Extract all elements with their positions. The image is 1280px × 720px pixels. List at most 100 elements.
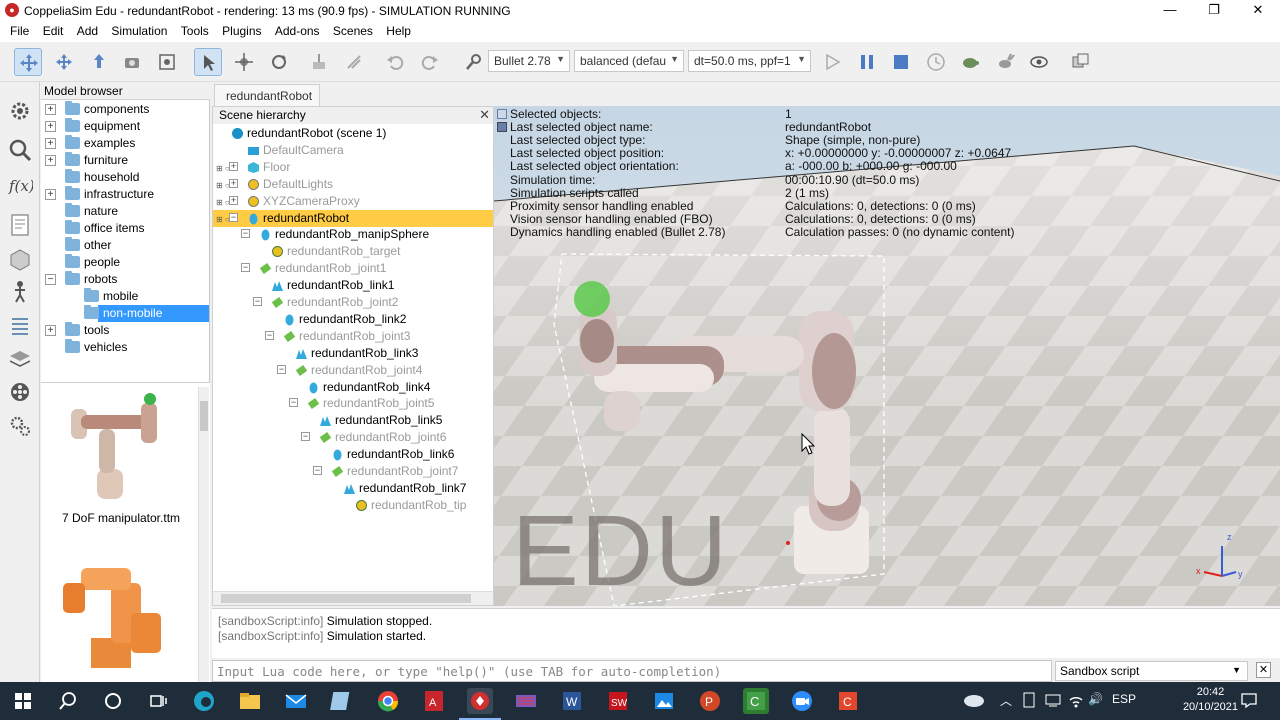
taskbar-file-explorer[interactable] — [237, 688, 263, 714]
model-folder-tools[interactable]: + tools — [41, 322, 209, 339]
hierarchy-row[interactable]: ⊞ ○ + Floor — [213, 159, 493, 176]
visibility-toggle-icon[interactable]: ⊞ ○ — [216, 215, 230, 224]
script-button[interactable] — [7, 212, 33, 238]
menu-help[interactable]: Help — [386, 22, 411, 38]
language-indicator[interactable]: ESP — [1112, 692, 1136, 706]
model-folder-furniture[interactable]: + furniture — [41, 152, 209, 169]
model-folder-vehicles[interactable]: vehicles — [41, 339, 209, 356]
assemble-button[interactable] — [305, 48, 333, 76]
page-selector-button[interactable] — [1066, 48, 1094, 76]
menu-plugins[interactable]: Plugins — [222, 22, 261, 38]
scrollbar-thumb[interactable] — [200, 401, 208, 431]
collapse-icon[interactable]: − — [301, 432, 310, 442]
tray-app-icon[interactable] — [1022, 691, 1036, 712]
taskbar-mail[interactable] — [283, 688, 309, 714]
hierarchy-row[interactable]: − redundantRob_joint2 — [213, 294, 493, 311]
start-button[interactable] — [10, 688, 36, 714]
model-folder-mobile[interactable]: mobile — [41, 288, 209, 305]
expand-icon[interactable]: + — [45, 121, 56, 132]
scrollbar-thumb[interactable] — [221, 594, 471, 603]
hierarchy-row[interactable]: − redundantRob_joint6 — [213, 429, 493, 446]
collapse-icon[interactable]: − — [289, 398, 298, 408]
accuracy-select[interactable]: balanced (defau ▼ — [574, 50, 684, 72]
visibility-toggle-icon[interactable]: ⊞ ○ — [216, 164, 230, 173]
expand-icon[interactable]: + — [229, 178, 238, 188]
console-close-button[interactable]: ✕ — [1256, 662, 1271, 678]
model-folder-nature[interactable]: nature — [41, 203, 209, 220]
close-button[interactable]: ✕ — [1236, 0, 1280, 22]
layers-button[interactable] — [7, 313, 33, 339]
speed-up-button[interactable] — [991, 48, 1019, 76]
menu-scenes[interactable]: Scenes — [333, 22, 373, 38]
transfer-dna-button[interactable] — [340, 48, 368, 76]
taskbar-search-button[interactable] — [55, 688, 81, 714]
scene-tab[interactable]: redundantRobot — [214, 84, 320, 106]
taskbar-chrome[interactable] — [375, 688, 401, 714]
model-folder-household[interactable]: household — [41, 169, 209, 186]
camera-angle-button[interactable] — [118, 48, 146, 76]
task-view-button[interactable] — [145, 688, 171, 714]
collapse-icon[interactable]: − — [313, 466, 322, 475]
camera-shift-button[interactable] — [85, 48, 113, 76]
3d-viewport[interactable]: EDU z y x Selected objects: 1 Last selecte… — [494, 106, 1280, 606]
hierarchy-row[interactable]: redundantRob_tip — [213, 497, 493, 514]
info-toggle-minimize[interactable] — [497, 109, 507, 119]
menu-add[interactable]: Add — [77, 22, 98, 38]
taskbar-coppeliasim[interactable] — [459, 688, 501, 720]
hierarchy-row[interactable]: redundantRob_link7 — [213, 480, 493, 497]
hierarchy-row[interactable]: − redundantRob_joint5 — [213, 395, 493, 412]
object-select-button[interactable] — [194, 48, 222, 76]
menu-tools[interactable]: Tools — [181, 22, 209, 38]
hierarchy-row[interactable]: − redundantRob_joint3 — [213, 328, 493, 345]
cortana-button[interactable] — [100, 688, 126, 714]
info-toggle-maximize[interactable] — [497, 122, 507, 132]
notification-icon[interactable] — [1240, 691, 1258, 712]
model-folder-infrastructure[interactable]: + infrastructure — [41, 186, 209, 203]
scene-object-properties-button[interactable] — [7, 98, 33, 124]
calculation-modules-button[interactable] — [7, 137, 33, 163]
model-folder-robots[interactable]: − robots — [41, 271, 209, 288]
timestep-select[interactable]: dt=50.0 ms, ppf=1 ▼ — [688, 50, 811, 72]
hierarchy-row[interactable]: redundantRob_link3 — [213, 345, 493, 362]
model-folder-non-mobile[interactable]: non-mobile — [79, 305, 209, 322]
realtime-button[interactable] — [922, 48, 950, 76]
collapse-icon[interactable]: − — [241, 229, 250, 239]
expand-icon[interactable]: + — [229, 195, 238, 205]
selection-button[interactable] — [7, 346, 33, 372]
collapse-icon[interactable]: − — [253, 297, 262, 306]
hierarchy-scrollbar[interactable] — [213, 591, 493, 605]
hierarchy-row[interactable]: redundantRob_link2 — [213, 311, 493, 328]
dynamics-settings-button[interactable] — [460, 48, 488, 76]
taskbar-app-3[interactable] — [513, 688, 539, 714]
model-folder-equipment[interactable]: + equipment — [41, 118, 209, 135]
object-rotate-button[interactable] — [265, 48, 293, 76]
collapse-icon[interactable]: − — [45, 274, 56, 285]
menu-edit[interactable]: Edit — [43, 22, 64, 38]
hierarchy-row[interactable]: DefaultCamera — [213, 142, 493, 159]
taskbar-clock[interactable]: 20:42 20/10/2021 — [1183, 685, 1238, 715]
start-simulation-button[interactable] — [818, 48, 846, 76]
taskbar-edge[interactable] — [191, 688, 217, 714]
hierarchy-row[interactable]: redundantRob_link4 — [213, 379, 493, 396]
taskbar-camtasia[interactable]: C — [743, 688, 769, 714]
volume-icon[interactable]: 🔊 — [1088, 692, 1103, 706]
model-folder-office-items[interactable]: office items — [41, 220, 209, 237]
taskbar-solidworks[interactable]: SW — [605, 688, 631, 714]
menu-addons[interactable]: Add-ons — [275, 22, 320, 38]
hierarchy-row[interactable]: ⊞ ○ + XYZCameraProxy — [213, 193, 493, 210]
wifi-icon[interactable] — [1068, 692, 1084, 713]
collapse-icon[interactable]: − — [241, 263, 250, 273]
lua-command-input[interactable]: Input Lua code here, or type "help()" (u… — [212, 660, 1052, 682]
collapse-icon[interactable]: − — [265, 330, 274, 340]
shape-edit-button[interactable] — [7, 247, 33, 273]
onedrive-icon[interactable] — [962, 690, 986, 711]
expand-icon[interactable]: + — [229, 161, 238, 171]
collapse-icon[interactable]: − — [277, 364, 286, 374]
collapse-icon[interactable]: − — [229, 212, 238, 222]
visualization-button[interactable] — [1025, 48, 1053, 76]
user-settings-button[interactable] — [7, 413, 33, 439]
tray-chevron-icon[interactable]: ︿ — [1000, 692, 1012, 709]
function-button[interactable]: f(x) — [7, 172, 35, 198]
hierarchy-row[interactable]: redundantRob_target — [213, 243, 493, 260]
expand-icon[interactable]: + — [45, 325, 56, 336]
